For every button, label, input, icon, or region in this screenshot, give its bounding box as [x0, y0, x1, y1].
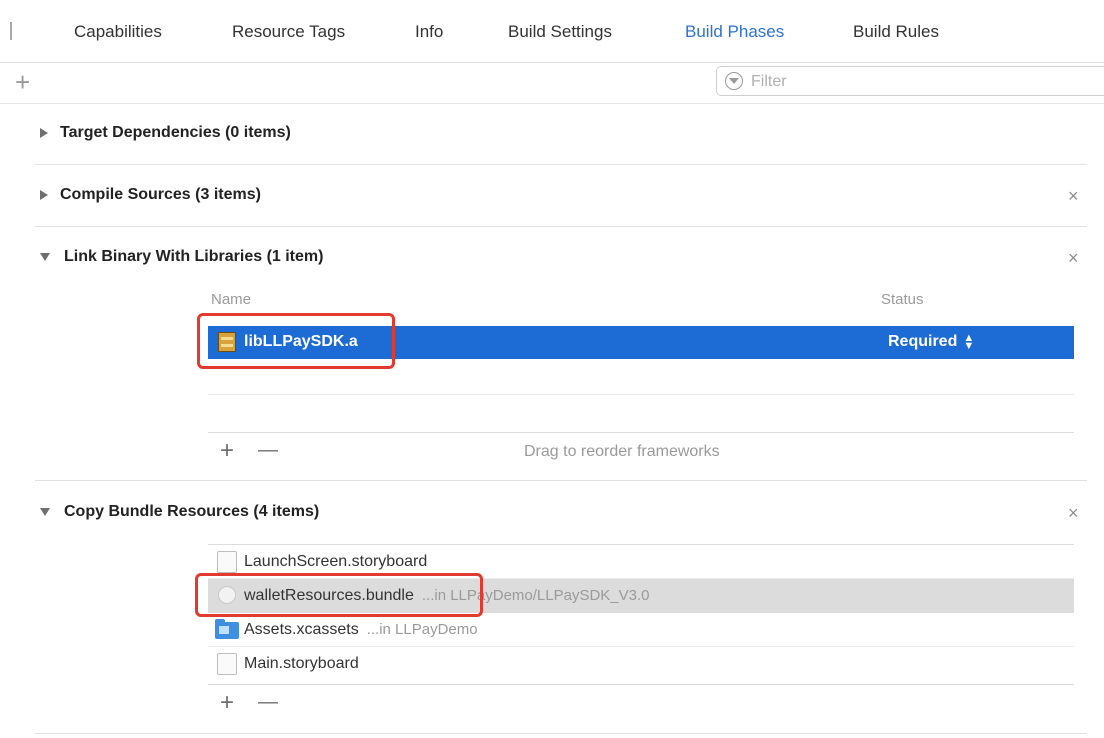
red-highlight-bundle: [195, 573, 483, 617]
section-divider: [35, 733, 1087, 734]
tab-capabilities[interactable]: Capabilities: [74, 22, 162, 42]
tab-bar: Capabilities Resource Tags Info Build Se…: [0, 0, 1104, 63]
resource-row[interactable]: Assets.xcassets ...in LLPayDemo: [208, 613, 1074, 647]
status-value: Required: [888, 333, 958, 350]
disclosure-down-icon[interactable]: [40, 252, 50, 261]
section-title: Link Binary With Libraries (1 item): [64, 248, 324, 265]
library-status-popup[interactable]: Required ▲ ▼: [888, 331, 975, 352]
column-header-name[interactable]: Name: [211, 291, 251, 308]
section-divider: [35, 480, 1087, 481]
section-divider: [35, 226, 1087, 227]
section-compile-sources[interactable]: Compile Sources (3 items): [40, 186, 261, 204]
add-phase-button[interactable]: +: [15, 67, 30, 97]
section-title: Compile Sources (3 items): [60, 186, 261, 203]
folder-icon: [215, 619, 239, 639]
section-title: Copy Bundle Resources (4 items): [64, 503, 320, 520]
phase-toolbar: +: [0, 63, 1104, 104]
tab-build-settings[interactable]: Build Settings: [508, 22, 612, 42]
tab-build-rules[interactable]: Build Rules: [853, 22, 939, 42]
section-divider: [35, 164, 1087, 165]
delete-phase-close-icon[interactable]: ×: [1068, 503, 1079, 524]
delete-phase-close-icon[interactable]: ×: [1068, 248, 1079, 269]
filter-icon: [725, 72, 743, 90]
window-edge: [10, 22, 12, 40]
section-link-binary[interactable]: Link Binary With Libraries (1 item): [40, 248, 323, 266]
tab-info[interactable]: Info: [415, 22, 443, 42]
resource-name: Main.storyboard: [244, 655, 359, 672]
resource-row[interactable]: Main.storyboard: [208, 647, 1074, 681]
section-target-dependencies[interactable]: Target Dependencies (0 items): [40, 124, 291, 142]
disclosure-down-icon[interactable]: [40, 507, 50, 516]
remove-resource-button[interactable]: —: [258, 690, 278, 714]
up-down-chevron-icon: ▲ ▼: [963, 331, 975, 352]
red-highlight-library: [197, 313, 395, 369]
section-copy-bundle-resources[interactable]: Copy Bundle Resources (4 items): [40, 503, 319, 521]
add-library-button[interactable]: +: [220, 439, 234, 463]
disclosure-right-icon[interactable]: [40, 189, 48, 200]
drag-hint-text: Drag to reorder frameworks: [524, 443, 720, 460]
resource-name: LaunchScreen.storyboard: [244, 553, 428, 570]
filter-input[interactable]: [749, 71, 1093, 93]
add-resource-button[interactable]: +: [220, 691, 234, 715]
disclosure-right-icon[interactable]: [40, 127, 48, 138]
document-icon: [217, 653, 237, 675]
filter-field[interactable]: [716, 66, 1104, 96]
document-icon: [217, 551, 237, 573]
tab-build-phases[interactable]: Build Phases: [685, 22, 784, 42]
resource-table-footer: + —: [208, 684, 1074, 723]
remove-library-button[interactable]: —: [258, 438, 278, 462]
library-table-footer: + — Drag to reorder frameworks: [208, 432, 1074, 471]
resource-location: ...in LLPayDemo: [366, 621, 478, 638]
resource-name: Assets.xcassets ...in LLPayDemo: [244, 621, 478, 638]
tab-resource-tags[interactable]: Resource Tags: [232, 22, 345, 42]
delete-phase-close-icon[interactable]: ×: [1068, 186, 1079, 207]
column-header-status[interactable]: Status: [881, 291, 924, 308]
section-title: Target Dependencies (0 items): [60, 124, 291, 141]
